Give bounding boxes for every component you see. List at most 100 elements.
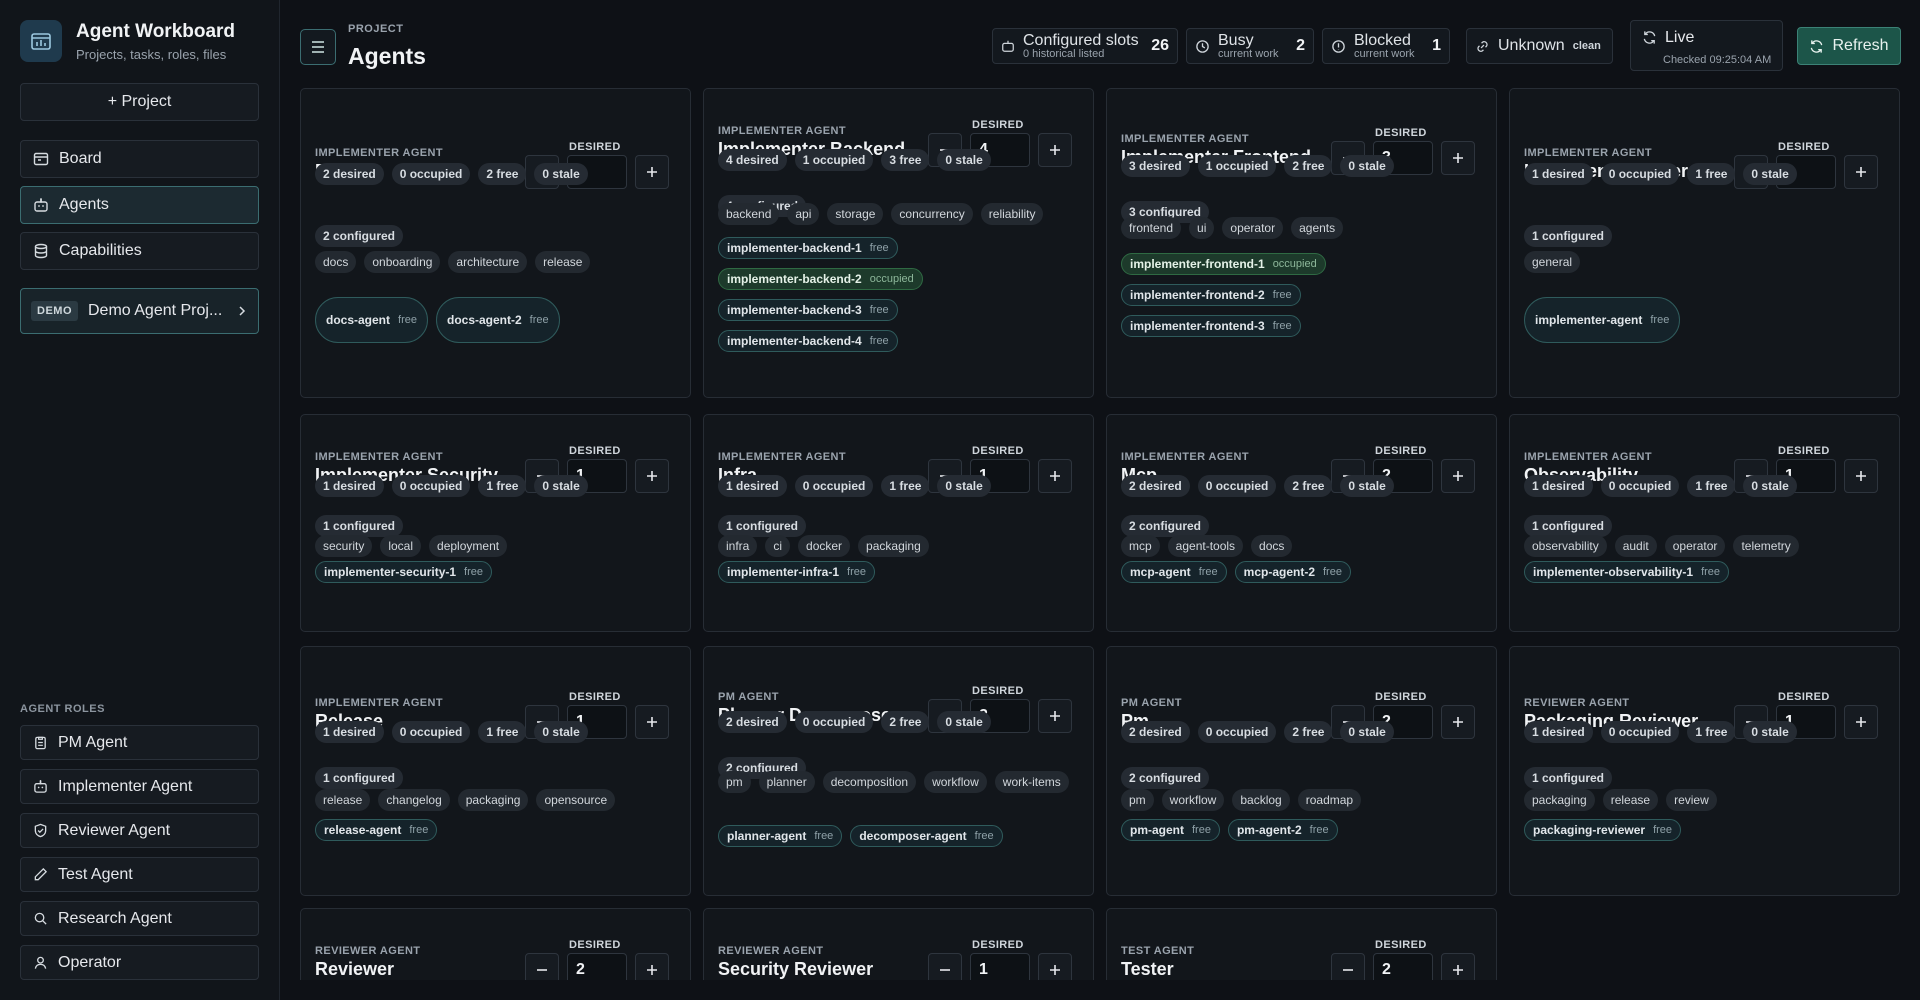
capability-tags: general: [1524, 251, 1885, 273]
role-reviewer-agent[interactable]: Reviewer Agent: [20, 813, 259, 848]
agent-slot[interactable]: implementer-frontend-1 occupied: [1121, 253, 1326, 275]
capability-tag: opensource: [536, 789, 616, 811]
busy-stat[interactable]: Busy current work 2: [1186, 28, 1314, 64]
role-label: Research Agent: [58, 909, 172, 927]
desired-label: DESIRED: [1375, 691, 1427, 703]
agent-slot[interactable]: implementer-backend-1 free: [718, 237, 898, 259]
decrement-button[interactable]: [928, 953, 962, 980]
capability-tag: packaging: [457, 789, 529, 811]
stat-chip: 1 desired: [315, 475, 384, 497]
agent-slot[interactable]: pm-agent-2 free: [1227, 819, 1338, 841]
role-label: PM Agent: [58, 733, 128, 751]
agent-slot[interactable]: packaging-reviewer free: [1524, 819, 1682, 841]
slot-status: occupied: [869, 273, 914, 285]
increment-button[interactable]: [1441, 953, 1475, 980]
capability-tags: security local deployment: [315, 535, 676, 557]
stats-row: 2 desired 0 occupied 2 free 0 stale 2 config…: [718, 711, 1079, 779]
agent-slot[interactable]: implementer-backend-4 free: [718, 330, 898, 352]
sidebar-item-board[interactable]: Board: [20, 140, 259, 178]
agent-slot[interactable]: implementer-frontend-2 free: [1121, 284, 1301, 306]
agent-role-label: PM AGENT: [1121, 697, 1182, 709]
slot-status: free: [869, 304, 889, 316]
desired-label: DESIRED: [1778, 691, 1830, 703]
stat-chip: 1 free: [1687, 721, 1736, 743]
slot-name: implementer-agent: [1535, 313, 1643, 327]
capability-tag: operator: [1664, 535, 1726, 557]
agent-slots: mcp-agent free mcp-agent-2 free: [1121, 561, 1482, 583]
role-operator[interactable]: Operator: [20, 945, 259, 980]
agent-slot[interactable]: docs-agent free: [315, 297, 428, 343]
desired-label: DESIRED: [569, 445, 621, 457]
agent-slot[interactable]: implementer-security-1 free: [315, 561, 493, 583]
configured-slots-stat[interactable]: Configured slots 0 historical listed 26: [992, 28, 1178, 64]
stats-row: 1 desired 0 occupied 1 free 0 stale 1 config…: [315, 475, 676, 537]
menu-toggle-button[interactable]: [300, 29, 336, 65]
stat-chip: 1 configured: [1524, 225, 1613, 247]
role-test-agent[interactable]: Test Agent: [20, 857, 259, 892]
refresh-button[interactable]: Refresh: [1797, 27, 1901, 65]
increment-button[interactable]: [1038, 953, 1072, 980]
agent-slot[interactable]: implementer-infra-1 free: [718, 561, 875, 583]
agent-slot[interactable]: docs-agent-2 free: [435, 297, 560, 343]
agent-slot[interactable]: release-agent free: [315, 819, 438, 841]
agent-slot[interactable]: mcp-agent-2 free: [1234, 561, 1351, 583]
stats-row: 1 desired 0 occupied 1 free 0 stale 1 config…: [1524, 721, 1885, 789]
role-pm-agent[interactable]: PM Agent: [20, 725, 259, 760]
decrement-button[interactable]: [1331, 953, 1365, 980]
slot-name: pm-agent: [1130, 823, 1184, 837]
desired-count-input[interactable]: [567, 953, 627, 980]
role-research-agent[interactable]: Research Agent: [20, 901, 259, 936]
capability-tag: api: [787, 203, 820, 225]
stat-chip: 1 desired: [1524, 721, 1593, 743]
stats-row: 2 desired 0 occupied 2 free 0 stale 2 config…: [1121, 475, 1482, 537]
blocked-stat[interactable]: Blocked current work 1: [1322, 28, 1450, 64]
stat-chip: 1 desired: [718, 475, 787, 497]
agent-slot[interactable]: implementer-backend-3 free: [718, 299, 898, 321]
live-status[interactable]: Live Checked 09:25:04 AM: [1630, 20, 1783, 71]
desired-count-input[interactable]: [1373, 953, 1433, 980]
agent-slot[interactable]: planner-agent free: [718, 825, 843, 847]
unknown-stat[interactable]: Unknown clean: [1466, 28, 1613, 64]
agent-role-label: IMPLEMENTER AGENT: [315, 451, 444, 463]
agent-name: Tester: [1121, 959, 1174, 979]
agent-slot[interactable]: implementer-agent free: [1524, 297, 1681, 343]
decrement-button[interactable]: [525, 953, 559, 980]
stat-chip: 0 occupied: [794, 711, 874, 733]
minus-icon: [537, 969, 547, 971]
agent-slot[interactable]: implementer-frontend-3 free: [1121, 315, 1301, 337]
stat-chip: 2 free: [1284, 475, 1333, 497]
stat-chip: 1 configured: [315, 767, 404, 789]
stat-chip: 0 occupied: [1600, 475, 1680, 497]
capability-tag: onboarding: [364, 251, 441, 273]
agent-card: PM AGENTPmDESIRED2 desired0 occupied2 fr…: [1106, 646, 1497, 896]
capability-tags: backend api storage concurrency reliability: [718, 203, 1079, 225]
agent-slot[interactable]: decomposer-agent free: [850, 825, 1003, 847]
agent-card: REVIEWER AGENT Reviewer DESIRED: [300, 908, 691, 980]
role-implementer-agent[interactable]: Implementer Agent: [20, 769, 259, 804]
add-project-button[interactable]: + Project: [20, 83, 259, 121]
project-selector[interactable]: DEMO Demo Agent Proj...: [20, 288, 259, 334]
stat-chip: 0 occupied: [1600, 721, 1680, 743]
agent-slot[interactable]: mcp-agent free: [1121, 561, 1227, 583]
capability-tag: docs: [315, 251, 357, 273]
agent-card: IMPLEMENTER AGENTImplementer SecurityDES…: [300, 414, 691, 632]
agent-slot[interactable]: pm-agent free: [1121, 819, 1220, 841]
sidebar-item-capabilities[interactable]: Capabilities: [20, 232, 259, 270]
sidebar-item-agents[interactable]: Agents: [20, 186, 259, 224]
stat-chip: 1 desired: [315, 721, 384, 743]
agent-slot[interactable]: implementer-backend-2 occupied: [718, 268, 923, 290]
stat-chip: 0 stale: [937, 475, 991, 497]
desired-stepper[interactable]: [928, 953, 1072, 980]
stat-chip: 1 desired: [1524, 475, 1593, 497]
desired-count-input[interactable]: [970, 953, 1030, 980]
agent-slots: implementer-security-1 free: [315, 561, 676, 583]
stats-row: 3 desired 1 occupied 2 free 0 stale 3 config…: [1121, 155, 1482, 223]
desired-stepper[interactable]: [1331, 953, 1475, 980]
plus-icon: [1453, 965, 1463, 975]
agent-slot[interactable]: implementer-observability-1 free: [1524, 561, 1730, 583]
slot-status: free: [814, 830, 834, 842]
stat-chip: 1 configured: [1524, 515, 1613, 537]
desired-stepper[interactable]: [525, 953, 669, 980]
increment-button[interactable]: [635, 953, 669, 980]
agent-role-label: REVIEWER AGENT: [1524, 697, 1630, 709]
